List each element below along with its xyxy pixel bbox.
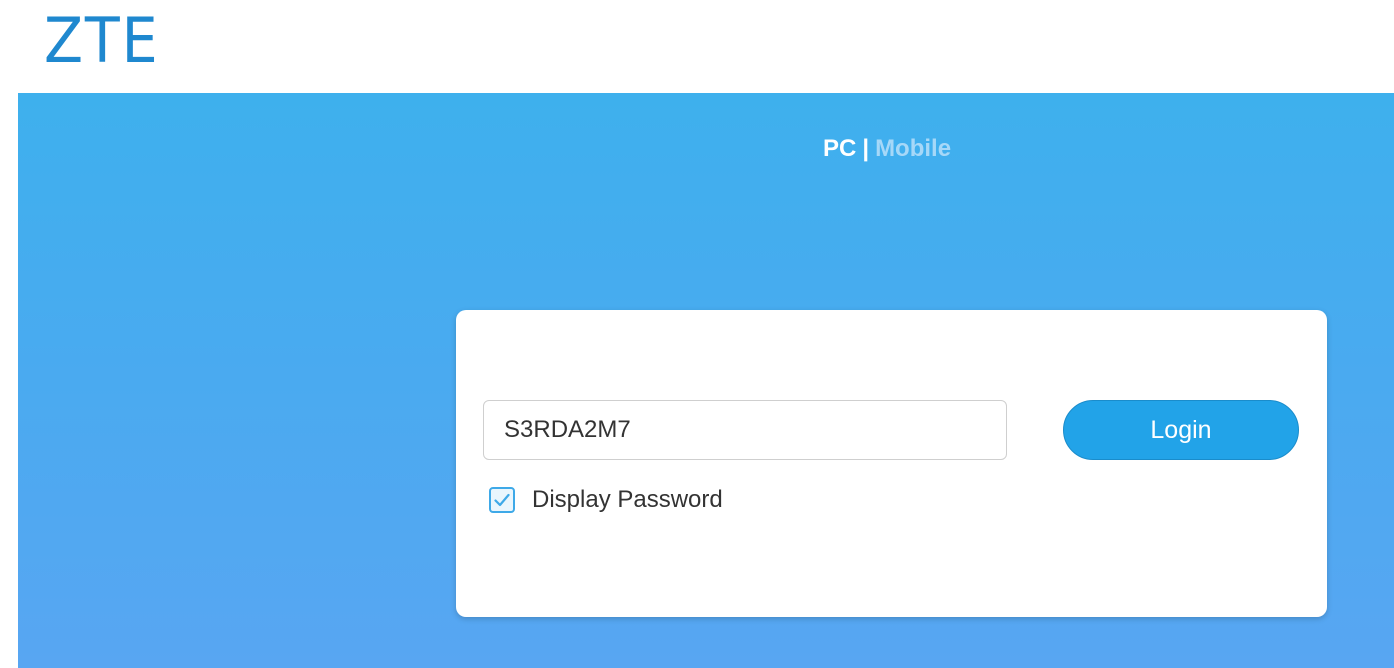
password-input[interactable] — [483, 400, 1007, 460]
mobile-mode-link[interactable]: Mobile — [875, 135, 951, 162]
display-password-toggle[interactable]: Display Password — [489, 486, 723, 514]
zte-logo: ZTE — [44, 4, 160, 77]
mode-separator: | — [862, 135, 870, 162]
check-icon — [494, 493, 510, 507]
display-password-checkbox[interactable] — [489, 487, 515, 513]
login-banner: PC|Mobile Login Display Password — [18, 93, 1394, 668]
login-card: Login Display Password — [456, 310, 1327, 617]
mode-switch: PC | Mobile — [823, 135, 951, 163]
page-header: ZTE — [0, 0, 1394, 93]
pc-mode-link[interactable]: PC — [823, 135, 856, 162]
display-password-label: Display Password — [532, 486, 723, 513]
login-button[interactable]: Login — [1063, 400, 1299, 460]
